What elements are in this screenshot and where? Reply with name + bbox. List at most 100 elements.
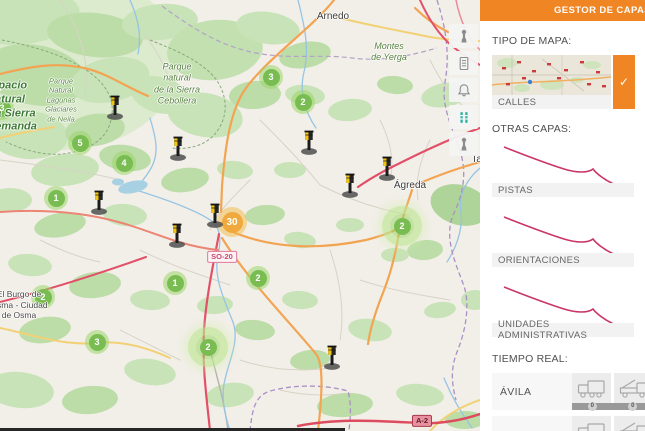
camera-marker[interactable] (168, 223, 187, 248)
camera-marker[interactable] (300, 130, 319, 155)
cluster-marker[interactable]: 1 (44, 186, 68, 210)
map-label: Espacio Natural de la Sierra la Demanda (0, 80, 37, 135)
camera-pole-icon (457, 137, 471, 152)
map-markers: 35432130212232 (0, 0, 480, 431)
cluster-count: 3 (263, 69, 280, 86)
map-type-option-calles[interactable]: CALLES (492, 55, 611, 109)
camera-marker[interactable] (169, 136, 188, 161)
layer-label: ORIENTACIONES (492, 253, 634, 267)
cluster-marker[interactable]: 2 (390, 214, 414, 238)
map-label: El Burgo de Osma - Ciudad de Osma (0, 289, 48, 321)
cluster-marker[interactable]: 4 (112, 151, 136, 175)
road-ref-shield: SO-20 (207, 251, 237, 263)
real-time-section-label: TIEMPO REAL: (492, 353, 645, 365)
cluster-marker[interactable]: 2 (291, 90, 315, 114)
mini-map-icon (492, 55, 611, 95)
layer-manager-panel: GESTOR DE CAPAS TIPO DE MAPA: (480, 0, 645, 431)
alerts-button[interactable] (449, 78, 478, 102)
camera-layer-button[interactable] (449, 24, 478, 48)
layer-item-orientaciones[interactable]: ORIENTACIONES (492, 213, 634, 267)
flatbed-truck-icon (619, 421, 645, 431)
snowplow-tile[interactable] (572, 373, 611, 403)
cluster-count: 5 (72, 135, 89, 152)
pink-curve-icon (492, 143, 634, 183)
layer-label: UNIDADES ADMINISTRATIVAS (492, 323, 634, 337)
traffic-camera-icon (341, 173, 360, 198)
province-label: ÁVILA (492, 373, 572, 410)
layer-label: PISTAS (492, 183, 634, 197)
map-type-selected-check-button[interactable]: ✓ (613, 55, 635, 109)
province-label: BURGOS (492, 416, 572, 431)
pink-curve-icon (492, 283, 634, 323)
camera-marker[interactable] (341, 173, 360, 198)
camera-pole-button[interactable] (449, 132, 478, 156)
traffic-camera-icon (378, 156, 397, 181)
map-type-caption: CALLES (492, 95, 611, 109)
realtime-row-burgos[interactable]: BURGOS (492, 416, 645, 431)
other-layers-section-label: OTRAS CAPAS: (492, 123, 645, 135)
flatbed-tile[interactable] (614, 373, 645, 403)
map-type-section-label: TIPO DE MAPA: (492, 35, 645, 47)
realtime-row-avila[interactable]: ÁVILA (492, 373, 645, 410)
camera-marker[interactable] (206, 203, 225, 228)
cluster-count: 1 (167, 275, 184, 292)
cluster-marker[interactable]: 5 (68, 131, 92, 155)
panel-body: TIPO DE MAPA: (480, 35, 645, 431)
cluster-marker[interactable]: 3 (85, 330, 109, 354)
map-label: Arnedo (317, 11, 349, 24)
snowplow-truck-icon (577, 378, 607, 398)
camera-marker[interactable] (90, 190, 109, 215)
cluster-count: 30 (222, 212, 243, 233)
vehicle-tiles: 0 0 (572, 416, 645, 431)
cluster-count: 3 (89, 334, 106, 351)
camera-marker[interactable] (106, 95, 125, 120)
cluster-marker[interactable]: 3 (259, 65, 283, 89)
road-stations-button[interactable] (449, 105, 478, 129)
traffic-camera-icon (169, 136, 188, 161)
vehicle-tiles: 0 0 (572, 373, 645, 410)
cluster-count: 4 (116, 155, 133, 172)
traffic-camera-icon (106, 95, 125, 120)
camera-marker[interactable] (378, 156, 397, 181)
bell-icon (457, 83, 471, 98)
snowplow-truck-icon (577, 421, 607, 431)
map-label: Montes de Yerga (371, 41, 407, 64)
traffic-camera-icon (323, 345, 342, 370)
map-toolbar (449, 24, 478, 156)
map-label: Parque natural de la Sierra Cebollera (154, 62, 200, 107)
map-label: Ágreda (394, 180, 426, 193)
camera-pole-icon (457, 29, 471, 44)
cluster-marker[interactable]: 1 (163, 271, 187, 295)
flatbed-truck-icon (619, 378, 645, 398)
flatbed-tile[interactable] (614, 416, 645, 431)
layer-item-unidades-administrativas[interactable]: UNIDADES ADMINISTRATIVAS (492, 283, 634, 337)
traffic-camera-icon (90, 190, 109, 215)
snowplow-tile[interactable] (572, 416, 611, 431)
panel-title: GESTOR DE CAPAS (554, 5, 645, 16)
cluster-count: 1 (48, 190, 65, 207)
app-window: 35432130212232 (0, 0, 645, 431)
traffic-camera-icon (168, 223, 187, 248)
road-markers-icon (457, 110, 471, 125)
map-label: Parque Natural Lagunas Glaciares de Neil… (45, 77, 77, 124)
cluster-marker[interactable]: 2 (196, 335, 220, 359)
camera-marker[interactable] (323, 345, 342, 370)
cluster-count: 2 (295, 94, 312, 111)
check-icon: ✓ (619, 75, 629, 89)
traffic-camera-icon (300, 130, 319, 155)
map-area[interactable]: 35432130212232 (0, 0, 480, 431)
layer-item-pistas[interactable]: PISTAS (492, 143, 634, 197)
cluster-count: 2 (394, 218, 411, 235)
cluster-count: 2 (250, 270, 267, 287)
info-panel-icon (457, 56, 471, 71)
traffic-camera-icon (206, 203, 225, 228)
count-badge: 0 (588, 402, 597, 411)
calles-map-thumbnail (492, 55, 611, 95)
panel-header: GESTOR DE CAPAS (480, 0, 645, 21)
cluster-marker[interactable]: 2 (246, 266, 270, 290)
count-badge: 0 (628, 402, 637, 411)
cluster-count: 2 (200, 339, 217, 356)
pink-curve-icon (492, 213, 634, 253)
info-panels-button[interactable] (449, 51, 478, 75)
vehicle-count-bar: 0 0 (572, 403, 645, 410)
